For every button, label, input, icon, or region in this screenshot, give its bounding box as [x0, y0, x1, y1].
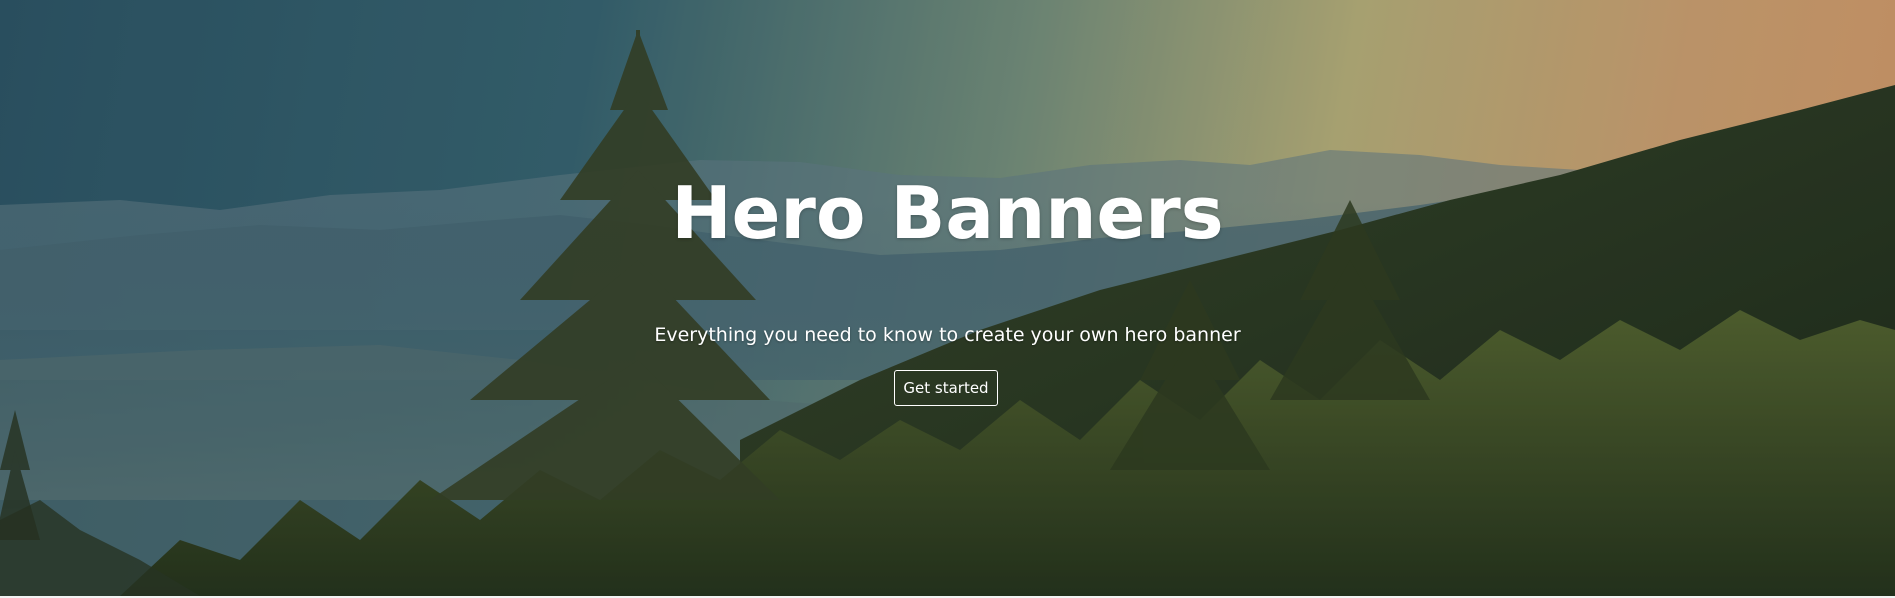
get-started-button[interactable]: Get started — [894, 370, 998, 406]
hero-banner: Hero Banners Everything you need to know… — [0, 0, 1895, 596]
hero-title: Hero Banners — [671, 171, 1224, 255]
hero-subtitle: Everything you need to know to create yo… — [654, 324, 1241, 346]
hero-content: Hero Banners Everything you need to know… — [0, 0, 1895, 596]
